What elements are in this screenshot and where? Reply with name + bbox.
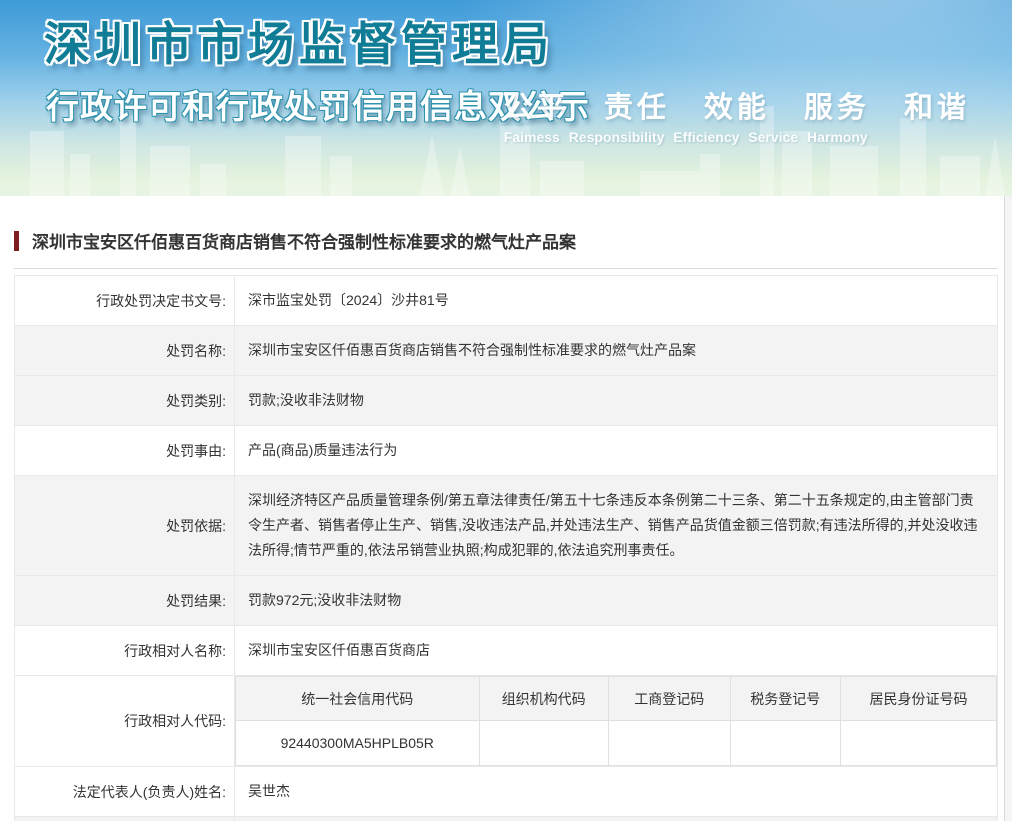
penalty-info-table: 行政处罚决定书文号: 深市监宝处罚〔2024〕沙井81号 处罚名称: 深圳市宝安… <box>14 275 998 821</box>
row-label: 处罚依据: <box>14 475 235 576</box>
org-name-title: 深圳市市场监督管理局 <box>44 18 554 70</box>
business-registration-code <box>607 720 731 766</box>
article-header: 深圳市宝安区仟佰惠百货商店销售不符合强制性标准要求的燃气灶产品案 <box>14 228 998 253</box>
title-accent-bar <box>14 230 19 251</box>
scrollbar-track[interactable] <box>1004 196 1012 821</box>
table-row-decision-number: 行政处罚决定书文号: 深市监宝处罚〔2024〕沙井81号 <box>14 275 998 326</box>
table-row-penalty-basis: 处罚依据: 深圳经济特区产品质量管理条例/第五章法律责任/第五十七条违反本条例第… <box>14 475 998 576</box>
table-row-counterpart-name: 行政相对人名称: 深圳市宝安区仟佰惠百货商店 <box>14 625 998 676</box>
table-row-penalty-reason: 处罚事由: 产品(商品)质量违法行为 <box>14 425 998 476</box>
code-header-row: 统一社会信用代码 组织机构代码 工商登记码 税务登记号 居民身份证号码 <box>235 676 998 721</box>
row-value: 吴世杰 <box>234 766 998 817</box>
code-col-header: 工商登记码 <box>607 676 731 721</box>
code-value-row: 92440300MA5HPLB05R <box>235 720 998 766</box>
row-value: 产品(商品)质量违法行为 <box>234 425 998 476</box>
table-row-penalty-category: 处罚类别: 罚款;没收非法财物 <box>14 375 998 426</box>
row-label: 行政相对人代码: <box>14 675 235 767</box>
code-col-header: 税务登记号 <box>729 676 841 721</box>
row-label: 处罚事由: <box>14 425 235 476</box>
row-value: 深圳市宝安区仟佰惠百货商店 <box>234 625 998 676</box>
slogan-english: Faimess Responsibility Efficiency Servic… <box>503 129 868 145</box>
code-col-header: 统一社会信用代码 <box>235 676 480 721</box>
row-label: 处罚结果: <box>14 575 235 626</box>
slogan-chinese: 公平 责任 效能 服务 和谐 <box>503 92 970 124</box>
row-label: 行政处罚决定书文号: <box>14 275 235 326</box>
table-row-legal-representative: 法定代表人(负责人)姓名: 吴世杰 <box>14 766 998 817</box>
table-row-decision-date: 处罚决定日期: 2024-03-01 <box>14 816 998 821</box>
title-divider <box>14 268 998 269</box>
row-label: 法定代表人(负责人)姓名: <box>14 766 235 817</box>
table-row-counterpart-codes: 行政相对人代码: 统一社会信用代码 组织机构代码 工商登记码 税务登记号 居民身… <box>14 675 998 767</box>
code-col-header: 组织机构代码 <box>478 676 609 721</box>
row-label: 行政相对人名称: <box>14 625 235 676</box>
row-value: 2024-03-01 <box>234 816 998 821</box>
code-subtable: 统一社会信用代码 组织机构代码 工商登记码 税务登记号 居民身份证号码 9244… <box>235 676 998 766</box>
row-value: 罚款972元;没收非法财物 <box>234 575 998 626</box>
row-value: 深市监宝处罚〔2024〕沙井81号 <box>234 275 998 326</box>
row-value: 深圳经济特区产品质量管理条例/第五章法律责任/第五十七条违反本条例第二十三条、第… <box>234 475 998 576</box>
page-banner: 深圳市市场监督管理局 行政许可和行政处罚信用信息双公示 公平 责任 效能 服务 … <box>0 0 1012 196</box>
resident-id-number <box>839 720 998 766</box>
row-label: 处罚决定日期: <box>14 816 235 821</box>
page-title: 深圳市宝安区仟佰惠百货商店销售不符合强制性标准要求的燃气灶产品案 <box>32 233 576 252</box>
row-value: 罚款;没收非法财物 <box>234 375 998 426</box>
row-label: 处罚类别: <box>14 375 235 426</box>
slogan-block: 公平 责任 效能 服务 和谐 Faimess Responsibility Ef… <box>504 84 970 145</box>
org-institution-code <box>478 720 609 766</box>
row-label: 处罚名称: <box>14 325 235 376</box>
table-row-penalty-result: 处罚结果: 罚款972元;没收非法财物 <box>14 575 998 626</box>
code-subtable-cell: 统一社会信用代码 组织机构代码 工商登记码 税务登记号 居民身份证号码 9244… <box>234 675 998 767</box>
tax-registration-code <box>729 720 841 766</box>
code-col-header: 居民身份证号码 <box>839 676 998 721</box>
row-value: 深圳市宝安区仟佰惠百货商店销售不符合强制性标准要求的燃气灶产品案 <box>234 325 998 376</box>
table-row-penalty-name: 处罚名称: 深圳市宝安区仟佰惠百货商店销售不符合强制性标准要求的燃气灶产品案 <box>14 325 998 376</box>
unified-social-credit-code: 92440300MA5HPLB05R <box>235 720 480 766</box>
